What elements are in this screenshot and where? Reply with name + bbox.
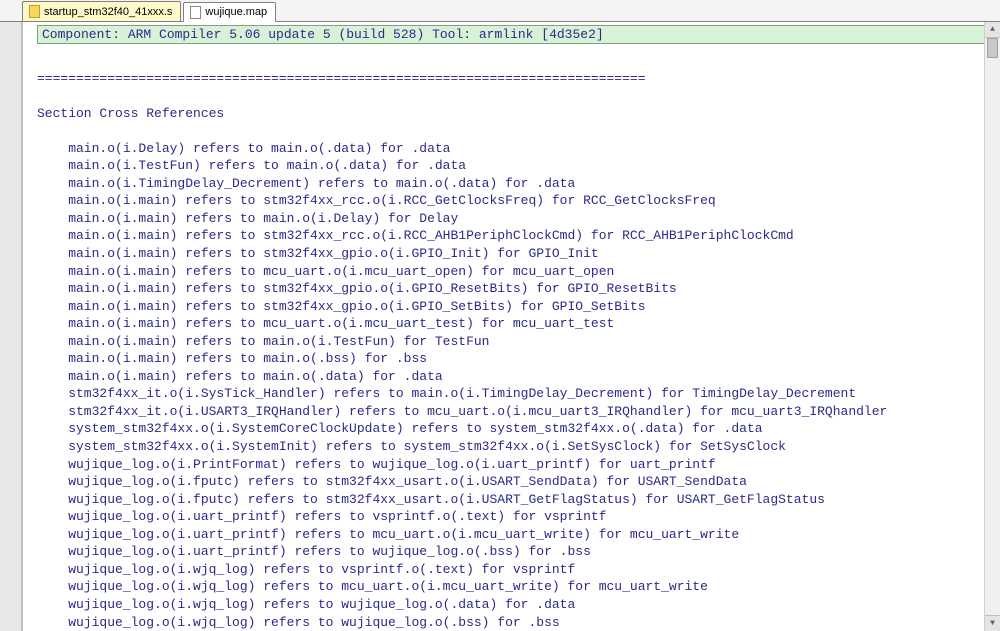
tab-startup-asm[interactable]: startup_stm32f40_41xxx.s [22,1,181,21]
cross-reference-lines: main.o(i.Delay) refers to main.o(.data) … [37,140,1000,631]
tab-label: startup_stm32f40_41xxx.s [44,6,172,18]
compiler-info-header: Component: ARM Compiler 5.06 update 5 (b… [37,25,992,44]
section-divider: ========================================… [37,71,646,86]
tab-bar: startup_stm32f40_41xxx.s wujique.map [0,0,1000,22]
scroll-down-arrow-icon[interactable]: ▼ [985,615,1000,631]
scrollbar-thumb[interactable] [987,38,998,58]
editor-content-area[interactable]: Component: ARM Compiler 5.06 update 5 (b… [22,22,1000,631]
editor-gutter [0,22,22,631]
asm-file-icon [29,5,40,18]
tab-wujique-map[interactable]: wujique.map [183,2,276,22]
section-title: Section Cross References [37,106,224,121]
tab-label: wujique.map [205,6,267,18]
scroll-up-arrow-icon[interactable]: ▲ [985,22,1000,38]
map-file-icon [190,6,201,19]
vertical-scrollbar[interactable]: ▲ ▼ [984,22,1000,631]
map-file-content: ========================================… [23,52,1000,631]
